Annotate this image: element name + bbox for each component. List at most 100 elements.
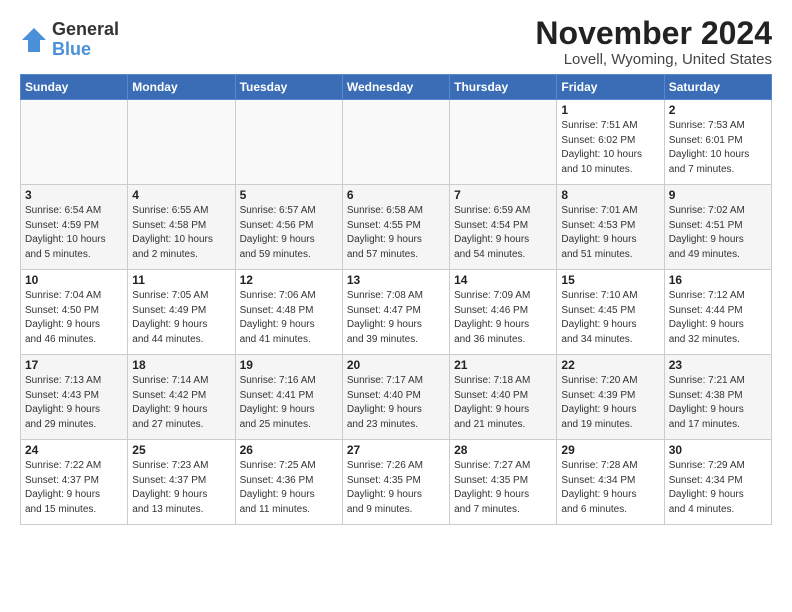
day-number: 16 xyxy=(669,273,767,287)
location: Lovell, Wyoming, United States xyxy=(535,51,772,68)
day-info: Sunrise: 6:59 AM Sunset: 4:54 PM Dayligh… xyxy=(454,204,552,262)
day-info: Sunrise: 6:54 AM Sunset: 4:59 PM Dayligh… xyxy=(25,204,123,262)
day-info: Sunrise: 7:29 AM Sunset: 4:34 PM Dayligh… xyxy=(669,459,767,517)
calendar-cell xyxy=(128,100,235,185)
calendar-page: General Blue November 2024 Lovell, Wyomi… xyxy=(0,0,792,535)
day-number: 17 xyxy=(25,358,123,372)
calendar-row-2: 10 Sunrise: 7:04 AM Sunset: 4:50 PM Dayli… xyxy=(21,270,772,355)
calendar-cell: 22 Sunrise: 7:20 AM Sunset: 4:39 PM Dayli… xyxy=(557,355,664,440)
day-number: 20 xyxy=(347,358,445,372)
calendar-cell xyxy=(21,100,128,185)
calendar-cell: 18Sunrise: 7:14 AM Sunset: 4:42 PM Dayli… xyxy=(128,355,235,440)
calendar-row-3: 17Sunrise: 7:13 AM Sunset: 4:43 PM Dayli… xyxy=(21,355,772,440)
day-info: Sunrise: 7:06 AM Sunset: 4:48 PM Dayligh… xyxy=(240,289,338,347)
day-info: Sunrise: 7:22 AM Sunset: 4:37 PM Dayligh… xyxy=(25,459,123,517)
day-number: 8 xyxy=(561,188,659,202)
calendar-cell: 24 Sunrise: 7:22 AM Sunset: 4:37 PM Dayli… xyxy=(21,440,128,525)
calendar-cell xyxy=(235,100,342,185)
day-info: Sunrise: 7:25 AM Sunset: 4:36 PM Dayligh… xyxy=(240,459,338,517)
title-block: November 2024 Lovell, Wyoming, United St… xyxy=(535,16,772,68)
day-number: 29 xyxy=(561,443,659,457)
day-info: Sunrise: 7:17 AM Sunset: 4:40 PM Dayligh… xyxy=(347,374,445,432)
day-number: 14 xyxy=(454,273,552,287)
day-info: Sunrise: 7:21 AM Sunset: 4:38 PM Dayligh… xyxy=(669,374,767,432)
calendar-cell: 8Sunrise: 7:01 AM Sunset: 4:53 PM Daylig… xyxy=(557,185,664,270)
day-info: Sunrise: 7:23 AM Sunset: 4:37 PM Dayligh… xyxy=(132,459,230,517)
day-info: Sunrise: 7:27 AM Sunset: 4:35 PM Dayligh… xyxy=(454,459,552,517)
weekday-header-monday: Monday xyxy=(128,75,235,100)
day-number: 11 xyxy=(132,273,230,287)
day-number: 12 xyxy=(240,273,338,287)
month-title: November 2024 xyxy=(535,16,772,51)
calendar-cell: 17Sunrise: 7:13 AM Sunset: 4:43 PM Dayli… xyxy=(21,355,128,440)
calendar-cell xyxy=(450,100,557,185)
day-number: 3 xyxy=(25,188,123,202)
day-info: Sunrise: 6:55 AM Sunset: 4:58 PM Dayligh… xyxy=(132,204,230,262)
calendar-body: 1Sunrise: 7:51 AM Sunset: 6:02 PM Daylig… xyxy=(21,100,772,525)
calendar-cell: 23 Sunrise: 7:21 AM Sunset: 4:38 PM Dayli… xyxy=(664,355,771,440)
calendar-cell: 21Sunrise: 7:18 AM Sunset: 4:40 PM Dayli… xyxy=(450,355,557,440)
day-number: 23 xyxy=(669,358,767,372)
logo-text: General Blue xyxy=(52,20,119,60)
calendar-cell: 20 Sunrise: 7:17 AM Sunset: 4:40 PM Dayli… xyxy=(342,355,449,440)
day-number: 6 xyxy=(347,188,445,202)
day-number: 22 xyxy=(561,358,659,372)
day-number: 24 xyxy=(25,443,123,457)
day-number: 28 xyxy=(454,443,552,457)
calendar-cell: 26Sunrise: 7:25 AM Sunset: 4:36 PM Dayli… xyxy=(235,440,342,525)
calendar-cell: 7 Sunrise: 6:59 AM Sunset: 4:54 PM Daylig… xyxy=(450,185,557,270)
day-number: 15 xyxy=(561,273,659,287)
day-info: Sunrise: 7:02 AM Sunset: 4:51 PM Dayligh… xyxy=(669,204,767,262)
weekday-header-tuesday: Tuesday xyxy=(235,75,342,100)
day-number: 10 xyxy=(25,273,123,287)
day-number: 9 xyxy=(669,188,767,202)
calendar-row-4: 24 Sunrise: 7:22 AM Sunset: 4:37 PM Dayli… xyxy=(21,440,772,525)
day-number: 18 xyxy=(132,358,230,372)
day-number: 25 xyxy=(132,443,230,457)
day-info: Sunrise: 7:51 AM Sunset: 6:02 PM Dayligh… xyxy=(561,119,659,177)
calendar-cell: 12 Sunrise: 7:06 AM Sunset: 4:48 PM Dayli… xyxy=(235,270,342,355)
day-info: Sunrise: 7:18 AM Sunset: 4:40 PM Dayligh… xyxy=(454,374,552,432)
calendar-cell: 27 Sunrise: 7:26 AM Sunset: 4:35 PM Dayli… xyxy=(342,440,449,525)
day-number: 27 xyxy=(347,443,445,457)
calendar-row-0: 1Sunrise: 7:51 AM Sunset: 6:02 PM Daylig… xyxy=(21,100,772,185)
day-info: Sunrise: 7:05 AM Sunset: 4:49 PM Dayligh… xyxy=(132,289,230,347)
calendar-cell: 1Sunrise: 7:51 AM Sunset: 6:02 PM Daylig… xyxy=(557,100,664,185)
day-info: Sunrise: 7:12 AM Sunset: 4:44 PM Dayligh… xyxy=(669,289,767,347)
calendar-cell: 10 Sunrise: 7:04 AM Sunset: 4:50 PM Dayli… xyxy=(21,270,128,355)
day-number: 2 xyxy=(669,103,767,117)
day-info: Sunrise: 7:53 AM Sunset: 6:01 PM Dayligh… xyxy=(669,119,767,177)
calendar-cell: 6 Sunrise: 6:58 AM Sunset: 4:55 PM Daylig… xyxy=(342,185,449,270)
weekday-header-friday: Friday xyxy=(557,75,664,100)
calendar-cell: 4Sunrise: 6:55 AM Sunset: 4:58 PM Daylig… xyxy=(128,185,235,270)
calendar-cell: 5Sunrise: 6:57 AM Sunset: 4:56 PM Daylig… xyxy=(235,185,342,270)
day-info: Sunrise: 7:10 AM Sunset: 4:45 PM Dayligh… xyxy=(561,289,659,347)
weekday-header-saturday: Saturday xyxy=(664,75,771,100)
calendar-cell: 30 Sunrise: 7:29 AM Sunset: 4:34 PM Dayli… xyxy=(664,440,771,525)
day-info: Sunrise: 7:08 AM Sunset: 4:47 PM Dayligh… xyxy=(347,289,445,347)
day-number: 30 xyxy=(669,443,767,457)
day-info: Sunrise: 7:20 AM Sunset: 4:39 PM Dayligh… xyxy=(561,374,659,432)
calendar-cell: 9 Sunrise: 7:02 AM Sunset: 4:51 PM Daylig… xyxy=(664,185,771,270)
header: General Blue November 2024 Lovell, Wyomi… xyxy=(20,16,772,68)
day-number: 7 xyxy=(454,188,552,202)
day-info: Sunrise: 6:57 AM Sunset: 4:56 PM Dayligh… xyxy=(240,204,338,262)
logo-general: General xyxy=(52,20,119,40)
weekday-header-sunday: Sunday xyxy=(21,75,128,100)
calendar-header: SundayMondayTuesdayWednesdayThursdayFrid… xyxy=(21,75,772,100)
calendar-cell: 13 Sunrise: 7:08 AM Sunset: 4:47 PM Dayli… xyxy=(342,270,449,355)
day-info: Sunrise: 7:26 AM Sunset: 4:35 PM Dayligh… xyxy=(347,459,445,517)
day-number: 19 xyxy=(240,358,338,372)
calendar-cell: 11 Sunrise: 7:05 AM Sunset: 4:49 PM Dayli… xyxy=(128,270,235,355)
calendar-cell: 15 Sunrise: 7:10 AM Sunset: 4:45 PM Dayli… xyxy=(557,270,664,355)
calendar-cell: 25 Sunrise: 7:23 AM Sunset: 4:37 PM Dayli… xyxy=(128,440,235,525)
weekday-header-row: SundayMondayTuesdayWednesdayThursdayFrid… xyxy=(21,75,772,100)
day-number: 13 xyxy=(347,273,445,287)
calendar-cell: 29 Sunrise: 7:28 AM Sunset: 4:34 PM Dayli… xyxy=(557,440,664,525)
calendar-cell: 2 Sunrise: 7:53 AM Sunset: 6:01 PM Daylig… xyxy=(664,100,771,185)
day-info: Sunrise: 6:58 AM Sunset: 4:55 PM Dayligh… xyxy=(347,204,445,262)
logo: General Blue xyxy=(20,20,119,60)
day-info: Sunrise: 7:04 AM Sunset: 4:50 PM Dayligh… xyxy=(25,289,123,347)
calendar-cell: 14Sunrise: 7:09 AM Sunset: 4:46 PM Dayli… xyxy=(450,270,557,355)
day-info: Sunrise: 7:28 AM Sunset: 4:34 PM Dayligh… xyxy=(561,459,659,517)
